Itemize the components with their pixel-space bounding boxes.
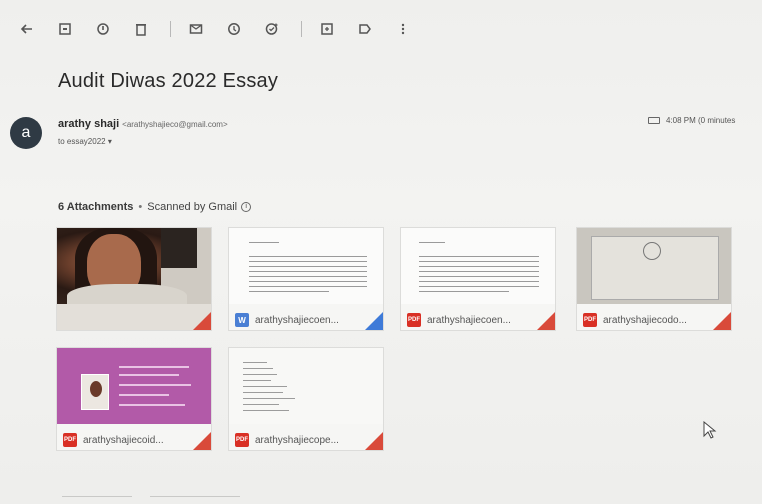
attachment-footer: PDF arathyshajiecodo...	[577, 308, 731, 330]
pdf-icon: PDF	[63, 433, 77, 447]
attachment-footer: PDF arathyshajiecoid...	[57, 428, 211, 450]
delete-icon[interactable]	[132, 20, 150, 38]
attachment-footer: W arathyshajiecoen...	[229, 308, 383, 330]
pdf-icon: PDF	[407, 313, 421, 327]
divider	[62, 496, 132, 497]
attachment-card[interactable]: PDF arathyshajiecoid...	[56, 347, 212, 451]
label-important-icon[interactable]	[648, 117, 660, 124]
id-card-thumbnail	[57, 348, 211, 424]
attachment-card[interactable]: PDF arathyshajiecope...	[228, 347, 384, 451]
pdf-icon: PDF	[583, 313, 597, 327]
attachment-card[interactable]	[56, 227, 212, 331]
info-icon[interactable]: i	[241, 202, 252, 212]
archive-icon[interactable]	[56, 20, 74, 38]
attachment-footer: PDF arathyshajiecoen...	[401, 308, 555, 330]
photo-thumbnail	[57, 228, 211, 314]
attachment-card[interactable]: PDF arathyshajiecoen...	[400, 227, 556, 331]
word-doc-icon: W	[235, 313, 249, 327]
corner-fold-icon	[365, 312, 383, 330]
toolbar-divider	[170, 21, 171, 37]
attachment-card[interactable]: W arathyshajiecoen...	[228, 227, 384, 331]
attachment-filename: arathyshajiecoen...	[255, 314, 339, 326]
attachment-filename: arathyshajiecoen...	[427, 314, 511, 326]
certificate-thumbnail	[577, 228, 731, 304]
toolbar-divider	[301, 21, 302, 37]
corner-fold-icon	[193, 312, 211, 330]
document-thumbnail	[401, 228, 555, 304]
email-time: 4:08 PM (0 minutes	[666, 116, 736, 125]
more-icon[interactable]	[394, 20, 412, 38]
email-subject: Audit Diwas 2022 Essay	[58, 70, 279, 92]
snooze-icon[interactable]	[225, 20, 243, 38]
report-spam-icon[interactable]	[94, 20, 112, 38]
attachment-filename: arathyshajiecoid...	[83, 434, 164, 446]
move-to-icon[interactable]	[318, 20, 336, 38]
corner-fold-icon	[365, 432, 383, 450]
attachments-header: 6 Attachments • Scanned by Gmail i	[58, 201, 252, 213]
corner-fold-icon	[193, 432, 211, 450]
attachment-filename: arathyshajiecodo...	[603, 314, 687, 326]
mark-unread-icon[interactable]	[187, 20, 205, 38]
back-arrow-icon[interactable]	[18, 20, 36, 38]
separator-dot: •	[138, 201, 143, 213]
add-task-icon[interactable]	[263, 20, 281, 38]
attachment-filename: arathyshajiecope...	[255, 434, 339, 446]
sender-line: arathy shaji <arathyshajieco@gmail.com>	[58, 118, 228, 130]
attachment-footer	[57, 304, 211, 330]
document-thumbnail	[229, 348, 383, 424]
corner-fold-icon	[537, 312, 555, 330]
attachment-footer: PDF arathyshajiecope...	[229, 428, 383, 450]
label-icon[interactable]	[356, 20, 374, 38]
recipient-dropdown[interactable]: to essay2022 ▾	[58, 137, 112, 146]
corner-fold-icon	[713, 312, 731, 330]
attachment-card[interactable]: PDF arathyshajiecodo...	[576, 227, 732, 331]
pdf-icon: PDF	[235, 433, 249, 447]
gmail-email-view: Audit Diwas 2022 Essay a arathy shaji <ar…	[0, 0, 762, 504]
divider	[150, 496, 240, 497]
attachments-count: 6 Attachments	[58, 201, 134, 213]
seal-icon	[643, 242, 661, 260]
sender-name[interactable]: arathy shaji	[58, 118, 119, 130]
scanned-label: Scanned by Gmail	[147, 201, 238, 213]
avatar[interactable]: a	[10, 117, 42, 149]
document-thumbnail	[229, 228, 383, 304]
sender-email: <arathyshajieco@gmail.com>	[122, 120, 228, 129]
id-photo	[81, 374, 109, 410]
time-area: 4:08 PM (0 minutes	[648, 116, 762, 125]
mouse-pointer-icon	[703, 421, 717, 439]
email-toolbar	[18, 18, 432, 40]
photo-background	[161, 228, 197, 268]
